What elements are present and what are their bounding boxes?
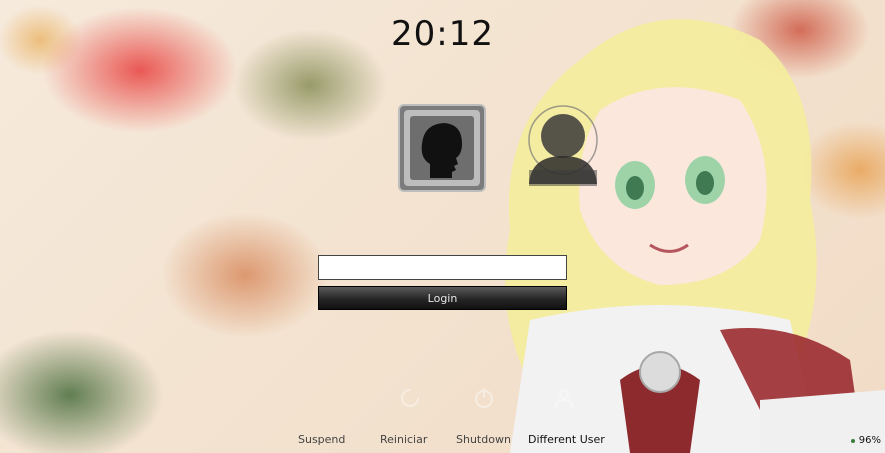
head-silhouette-icon — [404, 110, 480, 186]
reboot-button[interactable]: Reiniciar — [380, 433, 427, 446]
password-input[interactable] — [318, 255, 567, 280]
power-icon — [475, 388, 493, 408]
clock: 20:12 — [391, 14, 494, 54]
switch-user-icon — [555, 389, 573, 409]
wallpaper-character — [505, 19, 885, 453]
user-avatar-2[interactable] — [519, 104, 607, 192]
battery-level: 96% — [858, 435, 881, 446]
user-avatar-1[interactable] — [398, 104, 486, 192]
shutdown-button[interactable]: Shutdown — [456, 433, 511, 446]
suspend-button[interactable]: Suspend — [298, 433, 345, 446]
battery-icon — [850, 438, 855, 443]
login-button[interactable]: Login — [318, 286, 567, 310]
generic-user-icon — [528, 105, 598, 186]
reboot-icon — [401, 389, 419, 407]
different-user-button[interactable]: Different User — [528, 433, 605, 446]
battery-indicator: 96% — [850, 435, 881, 446]
bottom-bar: Suspend Reiniciar Shutdown Different Use… — [0, 388, 885, 453]
